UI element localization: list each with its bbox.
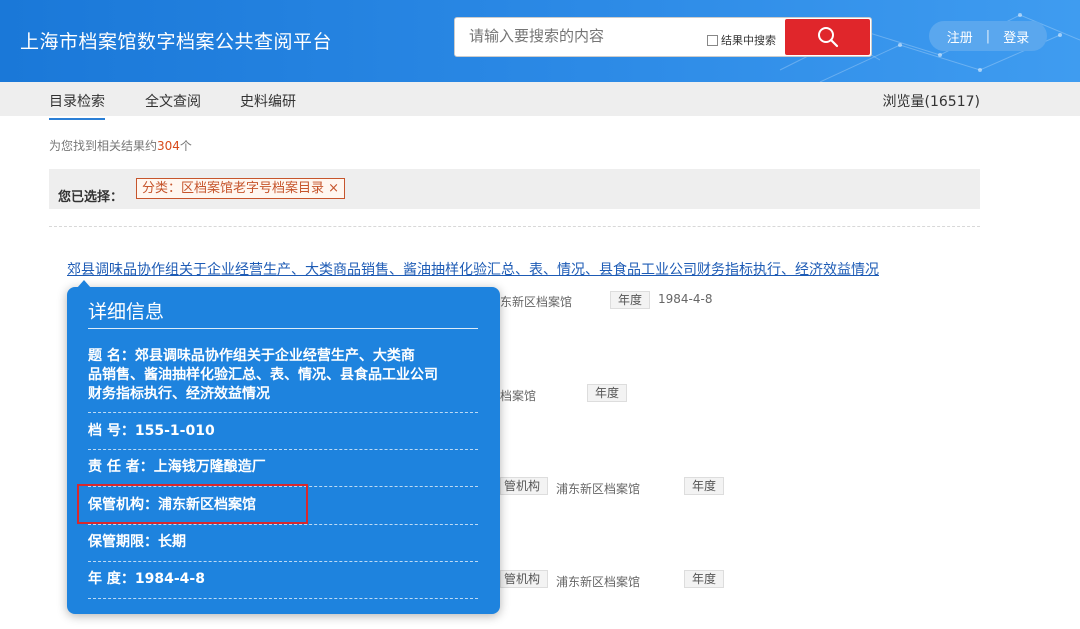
row-2-archive: 档案馆 <box>500 389 537 403</box>
field-responsible-label: 责 任 者： <box>88 459 154 475</box>
field-doc-no: 档 号：155-1-010 <box>88 422 480 441</box>
field-title-label: 题 名： <box>88 348 135 364</box>
field-doc-no-label: 档 号： <box>88 423 135 439</box>
header: 上海市档案馆数字档案公共查阅平台 结果中搜索 注册 | 登录 <box>0 0 1080 82</box>
custodian-highlight-box <box>77 484 308 524</box>
record-title-link[interactable]: 郊县调味品协作组关于企业经营生产、大类商品销售、酱油抽样化验汇总、表、情况、县食… <box>67 259 879 279</box>
row-3-institution-label: 管机构 <box>500 477 549 495</box>
row-4-institution-label: 管机构 <box>500 570 549 588</box>
search-input[interactable] <box>469 27 689 45</box>
row-1-archive: 东新区档案馆 <box>500 295 573 309</box>
auth-separator: | <box>985 28 991 44</box>
popup-arrow <box>77 280 91 288</box>
search-in-results[interactable]: 结果中搜索 <box>707 32 776 48</box>
field-doc-no-value: 155-1-010 <box>134 423 215 439</box>
popup-divider <box>88 561 478 562</box>
search-icon <box>817 27 838 48</box>
field-year-label: 年 度： <box>88 571 135 587</box>
row-4-archive: 浦东新区档案馆 <box>556 575 641 589</box>
view-count: 浏览量(16517) <box>882 94 980 110</box>
result-count-number: 304 <box>157 139 180 153</box>
search-in-results-checkbox[interactable] <box>707 34 718 46</box>
field-title-value-l3: 财务指标执行、经济效益情况 <box>88 386 270 402</box>
tab-full-text[interactable]: 全文查阅 <box>145 91 201 111</box>
row-3-archive: 浦东新区档案馆 <box>556 482 641 496</box>
auth-pill: 注册 | 登录 <box>929 21 1047 51</box>
field-title-value-l1: 郊县调味品协作组关于企业经营生产、大类商 <box>134 348 415 364</box>
row-3-year-badge: 年度 <box>684 477 725 495</box>
result-count-prefix: 为您找到相关结果约 <box>49 139 158 153</box>
search-box: 结果中搜索 <box>454 17 872 57</box>
popup-heading-divider <box>88 328 478 329</box>
search-button[interactable] <box>785 19 870 55</box>
field-year-value: 1984-4-8 <box>134 571 205 587</box>
divider <box>49 226 980 227</box>
register-link[interactable]: 注册 <box>947 27 973 46</box>
popup-divider <box>88 449 478 450</box>
selected-filters-label: 您已选择： <box>58 190 124 205</box>
field-retention: 保管期限：长期 <box>88 533 480 552</box>
popup-divider <box>88 412 478 413</box>
tab-catalog-search[interactable]: 目录检索 <box>49 91 105 120</box>
search-in-results-label: 结果中搜索 <box>721 34 776 47</box>
field-retention-label: 保管期限： <box>88 534 158 550</box>
field-responsible: 责 任 者：上海钱万隆酿造厂 <box>88 458 480 477</box>
row-1-year-badge: 年度 <box>610 291 651 309</box>
field-title-value-l2: 品销售、酱油抽样化验汇总、表、情况、县食品工业公司 <box>88 367 438 383</box>
filter-tag-category[interactable]: 分类：区档案馆老字号档案目录 × <box>136 178 346 199</box>
popup-divider <box>88 524 478 525</box>
site-title: 上海市档案馆数字档案公共查阅平台 <box>20 31 333 53</box>
row-4-year-badge: 年度 <box>684 570 725 588</box>
selected-filters-bar: 您已选择： 分类：区档案馆老字号档案目录 × <box>49 169 980 209</box>
detail-popup: 详细信息 题 名：郊县调味品协作组关于企业经营生产、大类商 品销售、酱油抽样化验… <box>67 280 500 614</box>
field-retention-value: 长期 <box>158 534 186 550</box>
result-count-suffix: 个 <box>179 139 192 153</box>
login-link[interactable]: 登录 <box>1003 27 1029 46</box>
field-title: 题 名：郊县调味品协作组关于企业经营生产、大类商 品销售、酱油抽样化验汇总、表、… <box>88 347 480 404</box>
popup-heading: 详细信息 <box>88 301 165 323</box>
field-responsible-value: 上海钱万隆酿造厂 <box>153 459 266 475</box>
row-1-year: 1984-4-8 <box>658 292 713 306</box>
result-count: 为您找到相关结果约304个 <box>49 137 192 154</box>
field-year: 年 度：1984-4-8 <box>88 570 480 589</box>
tab-historical-compilation[interactable]: 史料编研 <box>240 91 296 111</box>
nav-bar: 目录检索 全文查阅 史料编研 浏览量(16517) <box>0 82 1080 120</box>
popup-divider <box>88 598 478 599</box>
row-2-year-badge: 年度 <box>587 384 628 402</box>
